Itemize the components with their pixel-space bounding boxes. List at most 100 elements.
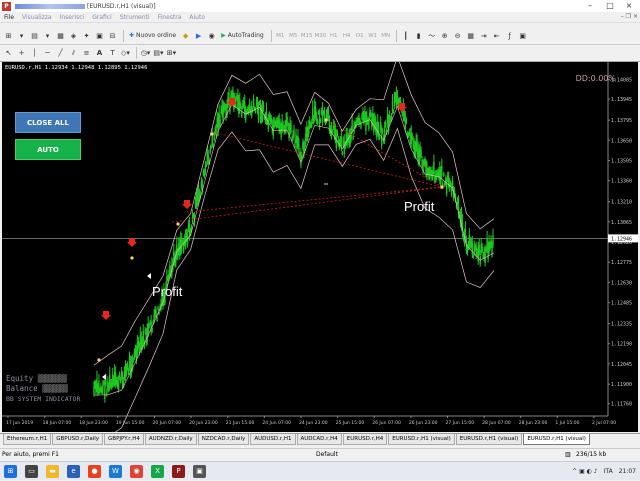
close-all-button[interactable]: CLOSE ALL	[15, 112, 81, 133]
dropdown-icon-2[interactable]: ▾	[42, 29, 53, 42]
tab-eurusd-h1-visual-2[interactable]: EURUSD.r,H1 (visual)	[455, 434, 523, 445]
timeframe-h1[interactable]: H1	[328, 29, 339, 42]
candle-body	[446, 183, 448, 194]
menu-grafici[interactable]: Grafici	[88, 14, 116, 21]
window-title: [EURUSD.r,H1 (visual)]	[15, 3, 156, 10]
data-window-icon[interactable]: ◈	[68, 29, 79, 42]
title-bar: P [EURUSD.r,H1 (visual)] – □ ×	[0, 0, 640, 12]
timeframe-m5[interactable]: M5	[288, 29, 299, 42]
crosshair-icon[interactable]: +	[16, 47, 27, 60]
price-chart[interactable]: 1.140851.139451.137951.136501.135051.133…	[2, 62, 638, 432]
explorer-icon[interactable]: ▬	[46, 464, 59, 478]
chrome-icon[interactable]: ◉	[130, 464, 143, 478]
profiles-icon[interactable]: ▤	[29, 29, 40, 42]
tab-gbpusd-daily[interactable]: GBPUSD.r,Daily	[52, 434, 104, 445]
tab-audcad-h4[interactable]: AUDCAD.r,H4	[296, 434, 342, 445]
scroll-icon[interactable]: ⇥	[478, 29, 489, 42]
app-icon: P	[2, 1, 11, 11]
options-icon[interactable]: ◉	[206, 29, 217, 42]
mdi-controls-icon[interactable]: – ❐ ×	[621, 13, 638, 20]
horizontal-line-icon[interactable]: ─	[42, 47, 53, 60]
timeframe-m1[interactable]: M1	[275, 29, 286, 42]
arrow-icon[interactable]: ▶	[193, 29, 204, 42]
menu-aiuto[interactable]: Aiuto	[185, 14, 209, 21]
indicators-icon[interactable]: ƒ	[504, 29, 515, 42]
metaeditor-icon[interactable]: ◆	[180, 29, 191, 42]
menu-file[interactable]: File	[0, 14, 18, 21]
shapes-icon[interactable]: ◇▾	[120, 47, 131, 60]
timeframe-mn[interactable]: MN	[380, 29, 391, 42]
window-title-text: [EURUSD.r,H1 (visual)]	[87, 2, 156, 10]
tab-eurusd-h1-visual-1[interactable]: EURUSD.r,H1 (visual)	[388, 434, 455, 445]
shift-icon[interactable]: ⇤	[491, 29, 502, 42]
tab-nzdcad-daily[interactable]: NZDCAD.r,Daily	[197, 434, 250, 445]
middle-band	[93, 104, 495, 396]
tester-icon[interactable]: ⊟	[107, 29, 118, 42]
text-icon[interactable]: A	[94, 47, 105, 60]
menu-inserisci[interactable]: Inserisci	[56, 14, 89, 21]
tray-clock[interactable]: 21:07	[619, 468, 636, 475]
line-chart-icon[interactable]: 〜	[426, 29, 437, 42]
terminal-icon[interactable]: ▣	[94, 29, 105, 42]
firefox-icon[interactable]: ●	[88, 464, 101, 478]
tray-lang[interactable]: ITA	[604, 468, 613, 475]
terminal-app-icon[interactable]: P	[172, 464, 185, 478]
tray-icons[interactable]: ^ ▣ ◐ ♪	[572, 468, 597, 475]
timeframe-m30[interactable]: M30	[314, 29, 326, 42]
edge-icon[interactable]: e	[67, 464, 80, 478]
period-icon[interactable]: ◷▾	[140, 47, 151, 60]
bar-chart-icon[interactable]: ┃	[400, 29, 411, 42]
tab-eurusd-h4[interactable]: EURUSD.r,H4	[342, 434, 388, 445]
price-tick-label: 1.12485	[611, 301, 632, 307]
trendline-icon[interactable]: ╱	[55, 47, 66, 60]
navigator-icon[interactable]: ✦	[81, 29, 92, 42]
label-icon[interactable]: T	[107, 47, 118, 60]
zoom-out-icon[interactable]: ⊖	[452, 29, 463, 42]
fibonacci-icon[interactable]: ≡	[81, 47, 92, 60]
status-help: Per aiuto, premi F1	[2, 451, 59, 458]
indicator-dropdown-icon[interactable]: ⊞▾	[166, 47, 177, 60]
auto-button[interactable]: AUTO	[15, 139, 81, 160]
dropdown-icon[interactable]: ▾	[16, 29, 27, 42]
new-chart-icon[interactable]: ⊞	[3, 29, 14, 42]
autotrading-button[interactable]: ▶ AutoTrading	[219, 29, 266, 42]
market-watch-icon[interactable]: ▦	[55, 29, 66, 42]
timeframe-m15[interactable]: M15	[301, 29, 313, 42]
candle-body	[433, 161, 435, 172]
menu-finestra[interactable]: Finestra	[154, 14, 186, 21]
candle-body	[156, 317, 158, 321]
candle-body	[336, 132, 339, 137]
app-icon-2[interactable]: ▣	[193, 464, 206, 478]
channel-icon[interactable]: ⫽	[68, 47, 79, 60]
template-dropdown-icon[interactable]: ▤▾	[153, 47, 164, 60]
vertical-line-icon[interactable]: │	[29, 47, 40, 60]
candle-chart-icon[interactable]: ▮	[413, 29, 424, 42]
menu-strumenti[interactable]: Strumenti	[116, 14, 154, 21]
time-tick-label: 28 Jun 07:00	[482, 420, 511, 426]
candle-body	[104, 387, 106, 400]
new-order-button[interactable]: ✚ Nuovo ordine	[127, 29, 178, 42]
equity-label: Equity ▓▓▓▓▓▓▓▓	[6, 374, 67, 383]
close-icon[interactable]: ×	[622, 0, 636, 12]
tab-ethereum-h1[interactable]: Ethereum.r,H1	[3, 434, 52, 445]
chart-window[interactable]: 1.14085 1.13945 1.13795 1.13650 1.13505 1.133…	[2, 62, 638, 432]
word-icon[interactable]: W	[109, 464, 122, 478]
tab-audusd-h1[interactable]: AUDUSD.r,H1	[250, 434, 296, 445]
zoom-in-icon[interactable]: ⊕	[439, 29, 450, 42]
maximize-icon[interactable]: □	[603, 0, 617, 12]
tab-eurusd-h1-visual-3[interactable]: EURUSD.r,H1 (visual)	[523, 434, 590, 445]
tab-gbpjpy-h4[interactable]: GBPJPY.r,H4	[104, 434, 144, 445]
cursor-icon[interactable]: ↖	[3, 47, 14, 60]
time-tick-label: 28 Jun 23:00	[519, 420, 548, 426]
timeframe-h4[interactable]: H4	[341, 29, 352, 42]
tab-audnzd-daily[interactable]: AUDNZD.r,Daily	[144, 434, 197, 445]
start-icon[interactable]: ⊞	[4, 464, 17, 478]
excel-icon[interactable]: X	[151, 464, 164, 478]
templates-icon[interactable]: ▣	[517, 29, 528, 42]
taskview-icon[interactable]: ▭	[25, 464, 38, 478]
timeframe-w1[interactable]: W1	[367, 29, 378, 42]
timeframe-d1[interactable]: D1	[354, 29, 365, 42]
menu-visualizza[interactable]: Visualizza	[18, 14, 56, 21]
minimize-icon[interactable]: –	[583, 0, 597, 12]
tile-icon[interactable]: ▦	[465, 29, 476, 42]
